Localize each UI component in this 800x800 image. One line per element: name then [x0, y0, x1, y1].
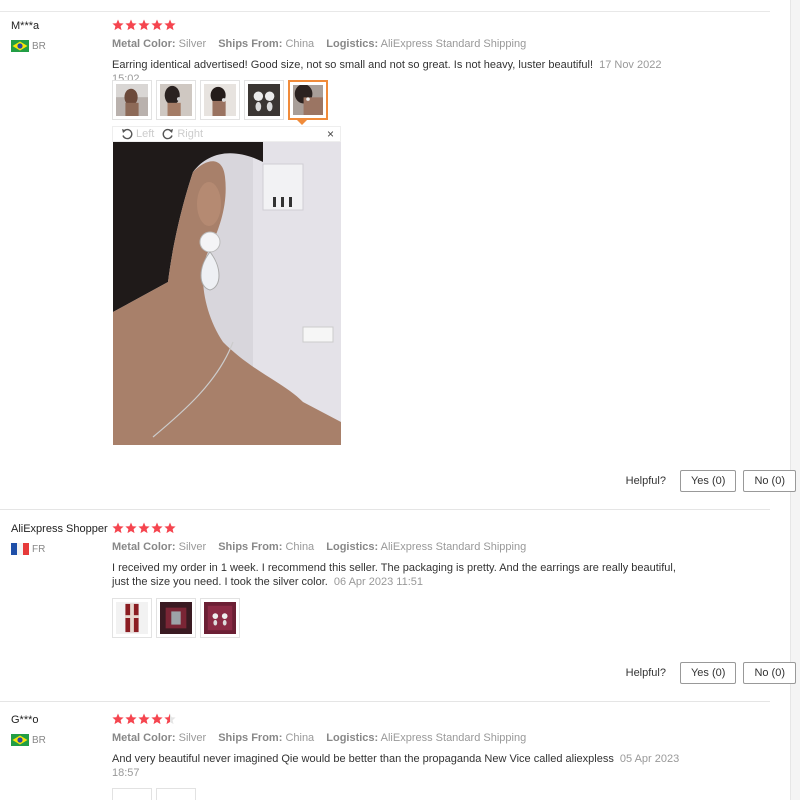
star-icon — [125, 713, 137, 725]
top-divider — [0, 11, 770, 12]
brazil-flag-icon — [11, 734, 29, 746]
meta-value: Silver — [178, 38, 207, 50]
helpful-label: Helpful? — [625, 667, 666, 679]
review-divider — [0, 701, 770, 702]
reviewer-name: G***o — [11, 714, 39, 726]
reviewer-name: M***a — [11, 20, 40, 32]
helpful-no-button[interactable]: No (0) — [743, 662, 796, 684]
reviewer-name: AliExpress Shopper — [11, 523, 108, 535]
meta-key: Metal Color: — [112, 732, 176, 744]
meta-value: AliExpress Standard Shipping — [380, 38, 527, 50]
rotate-left-icon — [122, 128, 133, 140]
meta-value: AliExpress Standard Shipping — [380, 541, 527, 553]
review-text: I received my order in 1 week. I recomme… — [112, 561, 682, 589]
star-icon — [138, 522, 150, 534]
helpful-label: Helpful? — [625, 475, 666, 487]
review-photo-thumbnail[interactable] — [156, 598, 196, 638]
country-code: BR — [32, 734, 46, 746]
meta-value: Silver — [178, 732, 207, 744]
review-body: And very beautiful never imagined Qie wo… — [112, 753, 614, 765]
star-icon — [164, 713, 176, 725]
helpful-yes-button[interactable]: Yes (0) — [679, 662, 737, 684]
meta-value: China — [285, 732, 315, 744]
reviewer-country: BR — [11, 734, 46, 746]
review-photo-thumbnail[interactable] — [244, 80, 284, 120]
review-meta: Metal Color: Silver Ships From: China Lo… — [112, 541, 535, 553]
review-thumbnails — [112, 80, 332, 120]
meta-key: Logistics: — [326, 541, 379, 553]
star-rating — [112, 713, 177, 725]
country-code: FR — [32, 543, 46, 555]
meta-value: China — [285, 38, 315, 50]
active-thumbnail-caret — [297, 120, 307, 125]
star-icon — [151, 713, 163, 725]
review-photo-thumbnail[interactable] — [112, 80, 152, 120]
helpful-vote: Helpful? Yes (0) No (0) — [626, 470, 796, 492]
reviewer-country: BR — [11, 40, 46, 52]
review-text: And very beautiful never imagined Qie wo… — [112, 752, 682, 780]
rotate-right-icon — [162, 128, 174, 140]
helpful-no-button[interactable]: No (0) — [743, 470, 796, 492]
star-icon — [164, 522, 176, 534]
rotate-left-button[interactable]: Left — [121, 128, 154, 140]
brazil-flag-icon — [11, 40, 29, 52]
meta-key: Ships From: — [218, 541, 283, 553]
review-photo-thumbnail[interactable] — [156, 80, 196, 120]
star-rating — [112, 19, 177, 31]
star-icon — [125, 522, 137, 534]
review-meta: Metal Color: Silver Ships From: China Lo… — [112, 38, 535, 50]
close-viewer-button[interactable]: × — [327, 127, 334, 141]
photo-image — [113, 142, 341, 445]
meta-value: AliExpress Standard Shipping — [380, 732, 527, 744]
review-photo-thumbnail-active[interactable] — [288, 80, 328, 120]
star-icon — [125, 19, 137, 31]
star-icon — [112, 19, 124, 31]
star-rating — [112, 522, 177, 534]
review-photo-thumbnail[interactable] — [200, 598, 240, 638]
helpful-yes-button[interactable]: Yes (0) — [679, 470, 737, 492]
star-icon — [138, 713, 150, 725]
meta-key: Logistics: — [326, 38, 379, 50]
review-meta: Metal Color: Silver Ships From: China Lo… — [112, 732, 535, 744]
meta-key: Metal Color: — [112, 38, 176, 50]
star-icon — [151, 19, 163, 31]
star-icon — [151, 522, 163, 534]
photo-viewer-toolbar: Left Right × — [112, 126, 341, 142]
star-icon — [112, 522, 124, 534]
helpful-vote: Helpful? Yes (0) No (0) — [626, 662, 796, 684]
review-thumbnails — [112, 788, 200, 800]
review-photo-thumbnail[interactable] — [112, 788, 152, 800]
review-thumbnails — [112, 598, 244, 638]
review-photo-thumbnail[interactable] — [200, 80, 240, 120]
country-code: BR — [32, 40, 46, 52]
review-divider — [0, 509, 770, 510]
review-body: Earring identical advertised! Good size,… — [112, 59, 594, 71]
review-photo-thumbnail[interactable] — [156, 788, 196, 800]
meta-value: China — [285, 541, 315, 553]
review-photo-thumbnail[interactable] — [112, 598, 152, 638]
meta-key: Metal Color: — [112, 541, 176, 553]
star-icon — [138, 19, 150, 31]
france-flag-icon — [11, 543, 29, 555]
rotate-right-button[interactable]: Right — [162, 128, 203, 140]
meta-key: Ships From: — [218, 732, 283, 744]
star-icon — [164, 19, 176, 31]
review-date: 06 Apr 2023 11:51 — [333, 576, 424, 588]
meta-key: Logistics: — [326, 732, 379, 744]
star-icon — [112, 713, 124, 725]
reviewer-country: FR — [11, 543, 45, 555]
rotate-left-label: Left — [136, 128, 155, 140]
review-photo-large — [113, 142, 341, 445]
rotate-right-label: Right — [177, 128, 204, 140]
meta-key: Ships From: — [218, 38, 283, 50]
meta-value: Silver — [178, 541, 207, 553]
